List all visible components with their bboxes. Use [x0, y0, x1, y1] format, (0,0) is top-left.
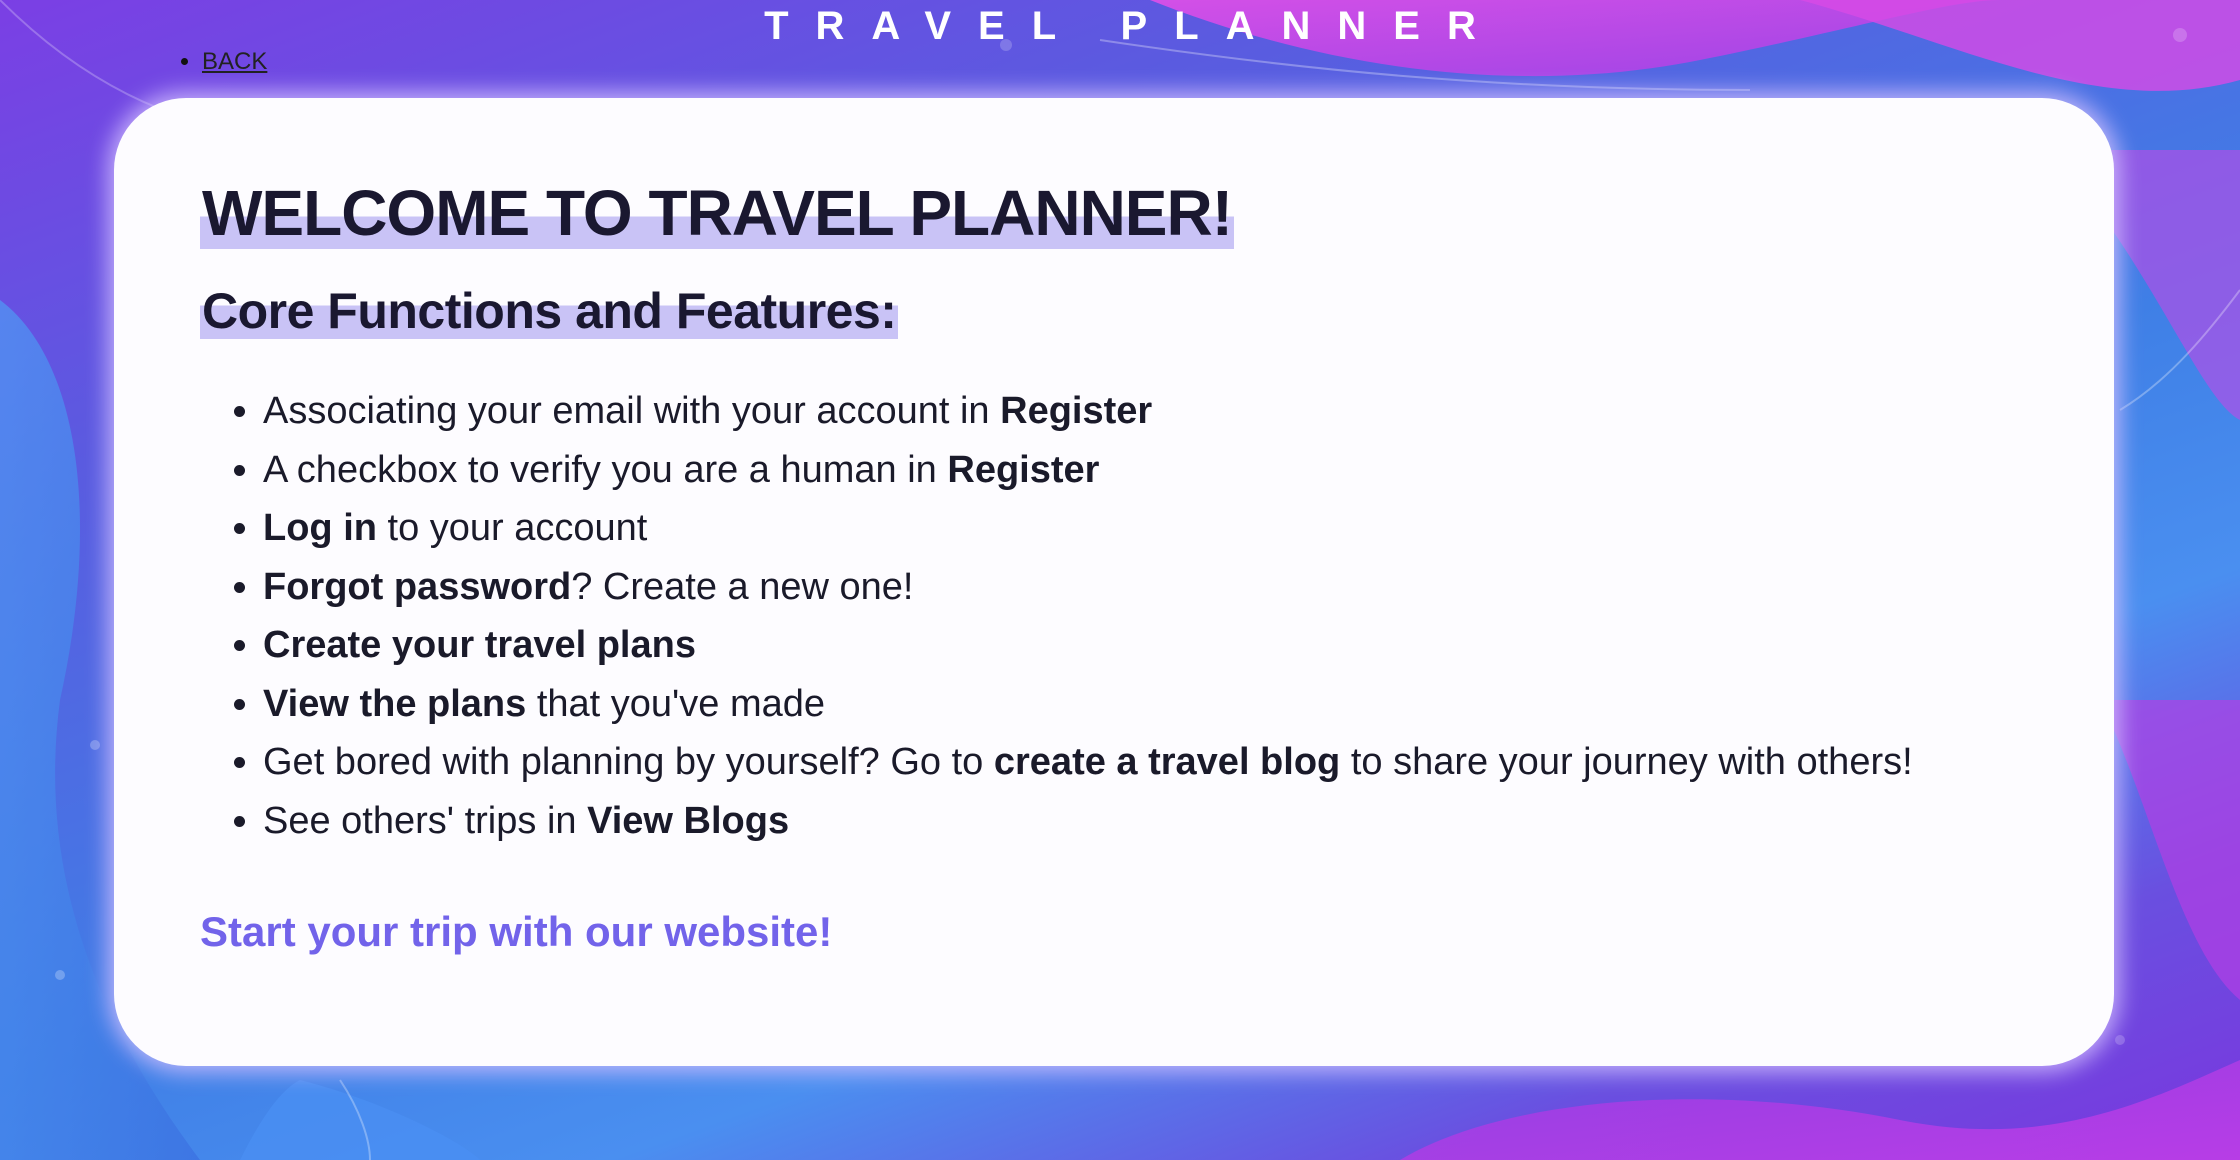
list-item: See others' trips in View Blogs	[263, 792, 2028, 851]
feature-emphasis: View Blogs	[587, 799, 790, 842]
feature-list: Associating your email with your account…	[200, 382, 2028, 850]
list-item: Associating your email with your account…	[263, 382, 2028, 441]
feature-emphasis: Create your travel plans	[263, 624, 696, 666]
feature-text: See others' trips in	[263, 799, 588, 842]
feature-text: Associating your email with your account…	[263, 390, 1001, 432]
back-link[interactable]: BACK	[202, 48, 267, 75]
feature-text: that you've made	[526, 682, 826, 725]
site-title: TRAVEL PLANNER	[764, 4, 1503, 48]
welcome-heading-wrap: WELCOME TO TRAVEL PLANNER!	[200, 176, 2028, 268]
list-item: Get bored with planning by yourself? Go …	[263, 733, 2028, 792]
welcome-card: WELCOME TO TRAVEL PLANNER! Core Function…	[114, 98, 2114, 1066]
feature-emphasis: View the plans	[263, 682, 527, 725]
list-item: Log in to your account	[263, 499, 2028, 558]
feature-emphasis: Register	[1000, 390, 1153, 432]
features-heading-wrap: Core Functions and Features:	[200, 282, 2028, 342]
nav-item-back: BACK	[202, 42, 267, 82]
feature-emphasis: Log in	[263, 507, 377, 549]
feature-emphasis: create a travel blog	[993, 741, 1341, 783]
page-title: WELCOME TO TRAVEL PLANNER!	[200, 177, 1234, 249]
list-item: View the plans that you've made	[263, 675, 2028, 734]
list-item: Forgot password? Create a new one!	[263, 558, 2028, 617]
feature-text: Get bored with planning by yourself? Go …	[263, 741, 994, 783]
feature-text: to your account	[376, 507, 648, 549]
feature-text: A checkbox to verify you are a human in	[263, 448, 948, 491]
list-item: Create your travel plans	[263, 616, 2028, 675]
feature-emphasis: Register	[947, 448, 1100, 491]
feature-text: ? Create a new one!	[571, 565, 914, 608]
feature-emphasis: Forgot password	[263, 565, 572, 608]
features-heading: Core Functions and Features:	[200, 283, 899, 339]
list-item: A checkbox to verify you are a human in …	[263, 441, 2028, 500]
nav-list: BACK	[0, 42, 267, 82]
call-to-action: Start your trip with our website!	[200, 908, 833, 955]
feature-text: to share your journey with others!	[1340, 741, 1913, 783]
